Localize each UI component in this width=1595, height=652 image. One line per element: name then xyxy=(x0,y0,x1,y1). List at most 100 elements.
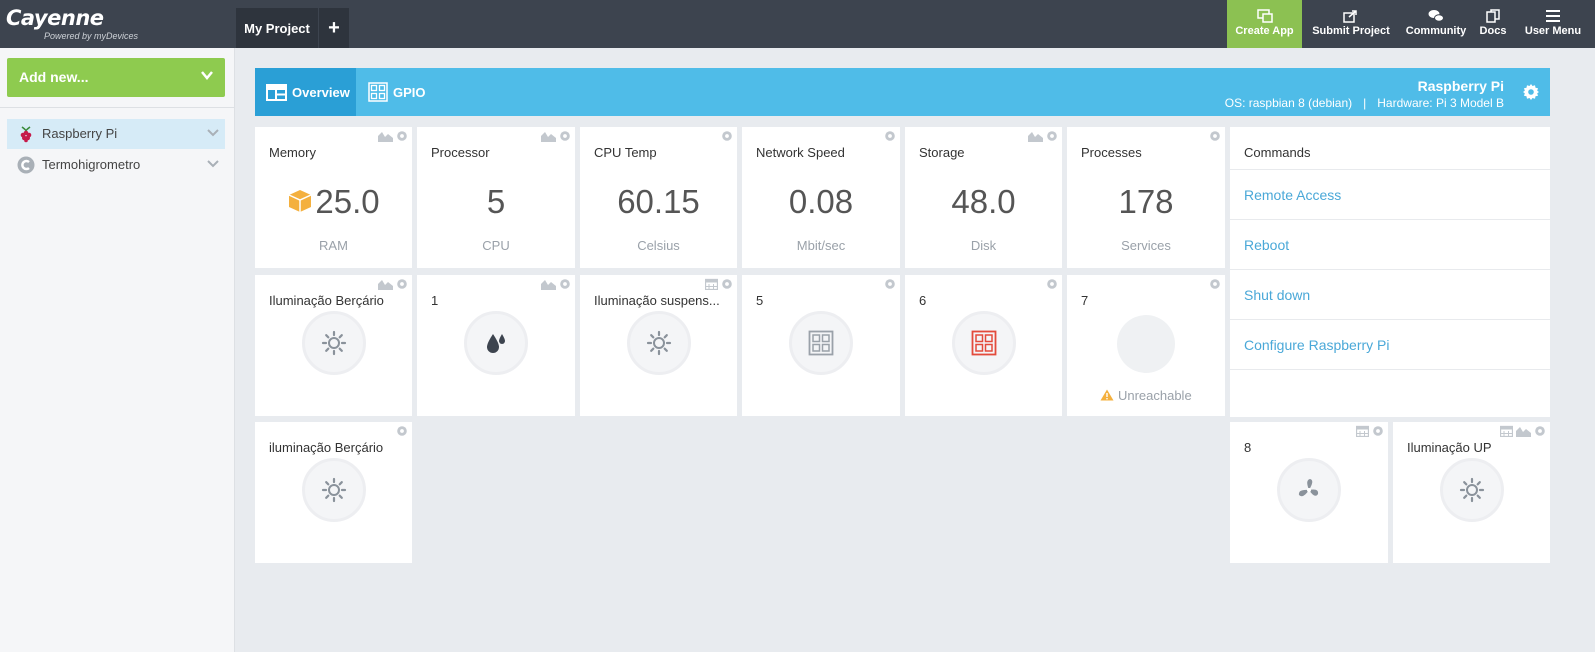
widget-title: Processes xyxy=(1081,145,1142,160)
add-project-button[interactable]: + xyxy=(319,8,349,48)
sidebar: Add new... Raspberry Pi Termohigrometro xyxy=(0,48,235,652)
tab-overview[interactable]: Overview xyxy=(255,68,356,116)
light-toggle[interactable] xyxy=(1439,458,1504,522)
widget-5[interactable]: 5 xyxy=(742,275,900,416)
widget-value: 60.15 xyxy=(617,183,700,220)
widget-7[interactable]: 7 Unreachable xyxy=(1067,275,1225,416)
command-remote-access[interactable]: Remote Access xyxy=(1230,169,1550,219)
widget-storage[interactable]: Storage 48.0 Disk xyxy=(905,127,1062,268)
add-new-dropdown[interactable]: Add new... xyxy=(7,58,225,97)
gear-icon[interactable] xyxy=(1534,425,1546,437)
widget-title: 5 xyxy=(756,293,764,308)
user-menu-button[interactable]: User Menu xyxy=(1516,0,1590,48)
command-configure[interactable]: Configure Raspberry Pi xyxy=(1230,319,1550,369)
memory-box-icon xyxy=(289,190,312,212)
cayenne-logo[interactable]: Cayenne Powered by myDevices xyxy=(6,6,230,44)
widget-unit: Services xyxy=(1121,238,1171,253)
submit-project-button[interactable]: Submit Project xyxy=(1307,0,1395,48)
docs-button[interactable]: Docs xyxy=(1476,0,1510,48)
widget-title: 6 xyxy=(919,293,927,308)
light-toggle[interactable] xyxy=(301,458,366,522)
widget-iluminacao-up[interactable]: Iluminação UP xyxy=(1393,422,1550,563)
sidebar-item-termohigrometro[interactable]: Termohigrometro xyxy=(7,150,225,180)
gear-icon[interactable] xyxy=(721,130,733,142)
gear-icon[interactable] xyxy=(559,130,571,142)
widget-value: 25.0 xyxy=(315,183,380,220)
calendar-icon[interactable] xyxy=(1356,425,1369,437)
command-shut-down[interactable]: Shut down xyxy=(1230,269,1550,319)
gear-icon[interactable] xyxy=(1046,130,1058,142)
command-reboot[interactable]: Reboot xyxy=(1230,219,1550,269)
dashboard-icon xyxy=(266,83,287,101)
chart-icon[interactable] xyxy=(1028,130,1043,142)
fan-icon xyxy=(1298,479,1319,497)
widget-value: 5 xyxy=(486,183,506,220)
info-separator: | xyxy=(1363,96,1367,110)
raspberry-pi-icon xyxy=(20,126,32,143)
device-info: OS: raspbian 8 (debian) | Hardware: Pi 3 M… xyxy=(1225,96,1504,110)
gear-icon[interactable] xyxy=(884,278,896,290)
widget-memory[interactable]: Memory 25.0 RAM xyxy=(255,127,412,268)
gear-icon[interactable] xyxy=(884,130,896,142)
fan-toggle[interactable] xyxy=(1277,458,1341,522)
gear-icon[interactable] xyxy=(1046,278,1058,290)
empty-indicator xyxy=(1117,315,1175,373)
widget-title: Processor xyxy=(431,145,490,160)
chart-icon[interactable] xyxy=(378,130,393,142)
gpio-grid-icon xyxy=(368,82,388,102)
widget-processor[interactable]: Processor 5 CPU xyxy=(417,127,575,268)
widget-processes[interactable]: Processes 178 Services xyxy=(1067,127,1225,268)
chart-icon[interactable] xyxy=(541,278,556,290)
commands-title: Commands xyxy=(1244,145,1311,160)
widget-title: Memory xyxy=(269,145,316,160)
gear-icon[interactable] xyxy=(1522,83,1540,101)
widget-network-speed[interactable]: Network Speed 0.08 Mbit/sec xyxy=(742,127,900,268)
community-button[interactable]: Community xyxy=(1402,0,1470,48)
gear-icon[interactable] xyxy=(1209,278,1221,290)
widget-8[interactable]: 8 xyxy=(1230,422,1388,563)
commands-divider xyxy=(1230,369,1550,419)
light-toggle[interactable] xyxy=(301,311,366,375)
widget-6[interactable]: 6 xyxy=(905,275,1062,416)
gear-icon[interactable] xyxy=(1209,130,1221,142)
share-icon xyxy=(1343,10,1357,23)
gear-icon[interactable] xyxy=(396,278,408,290)
gear-icon[interactable] xyxy=(396,425,408,437)
create-app-button[interactable]: Create App xyxy=(1227,0,1302,48)
gpio-toggle[interactable] xyxy=(951,311,1016,375)
chevron-down-icon[interactable] xyxy=(207,160,219,168)
widget-title: 1 xyxy=(431,293,439,308)
calendar-icon[interactable] xyxy=(1500,425,1513,437)
chevron-down-icon[interactable] xyxy=(207,129,219,137)
widget-iluminacao-bercario-2[interactable]: iluminação Berçário xyxy=(255,422,412,563)
project-tab[interactable]: My Project xyxy=(236,8,318,48)
sidebar-item-raspberry-pi[interactable]: Raspberry Pi xyxy=(7,119,225,149)
device-header: Overview GPIO Raspberry Pi OS: raspbian … xyxy=(255,68,1550,116)
widget-1[interactable]: 1 xyxy=(417,275,575,416)
widget-cpu-temp[interactable]: CPU Temp 60.15 Celsius xyxy=(580,127,737,268)
widget-iluminacao-suspensa[interactable]: Iluminação suspens... xyxy=(580,275,737,416)
tab-gpio[interactable]: GPIO xyxy=(368,68,426,116)
sensor-indicator xyxy=(464,311,528,375)
chart-icon[interactable] xyxy=(378,278,393,290)
light-toggle[interactable] xyxy=(626,311,691,375)
chevron-down-icon xyxy=(201,71,213,80)
widget-title: CPU Temp xyxy=(594,145,657,160)
gear-icon[interactable] xyxy=(396,130,408,142)
calendar-icon[interactable] xyxy=(705,278,718,290)
gear-icon[interactable] xyxy=(1372,425,1384,437)
chat-bubbles-icon xyxy=(1428,10,1444,22)
chart-icon[interactable] xyxy=(541,130,556,142)
light-sun-icon xyxy=(1459,477,1484,503)
gpio-toggle[interactable] xyxy=(789,311,853,375)
widget-title: Storage xyxy=(919,145,965,160)
widget-iluminacao-bercario[interactable]: Iluminação Berçário xyxy=(255,275,412,416)
widget-title: 8 xyxy=(1244,440,1252,455)
gear-icon[interactable] xyxy=(721,278,733,290)
chart-icon[interactable] xyxy=(1516,425,1531,437)
gear-icon[interactable] xyxy=(559,278,571,290)
gpio-grid-icon xyxy=(808,330,834,356)
documents-icon xyxy=(1486,9,1500,23)
widget-title: Network Speed xyxy=(756,145,845,160)
widget-title: 7 xyxy=(1081,293,1089,308)
